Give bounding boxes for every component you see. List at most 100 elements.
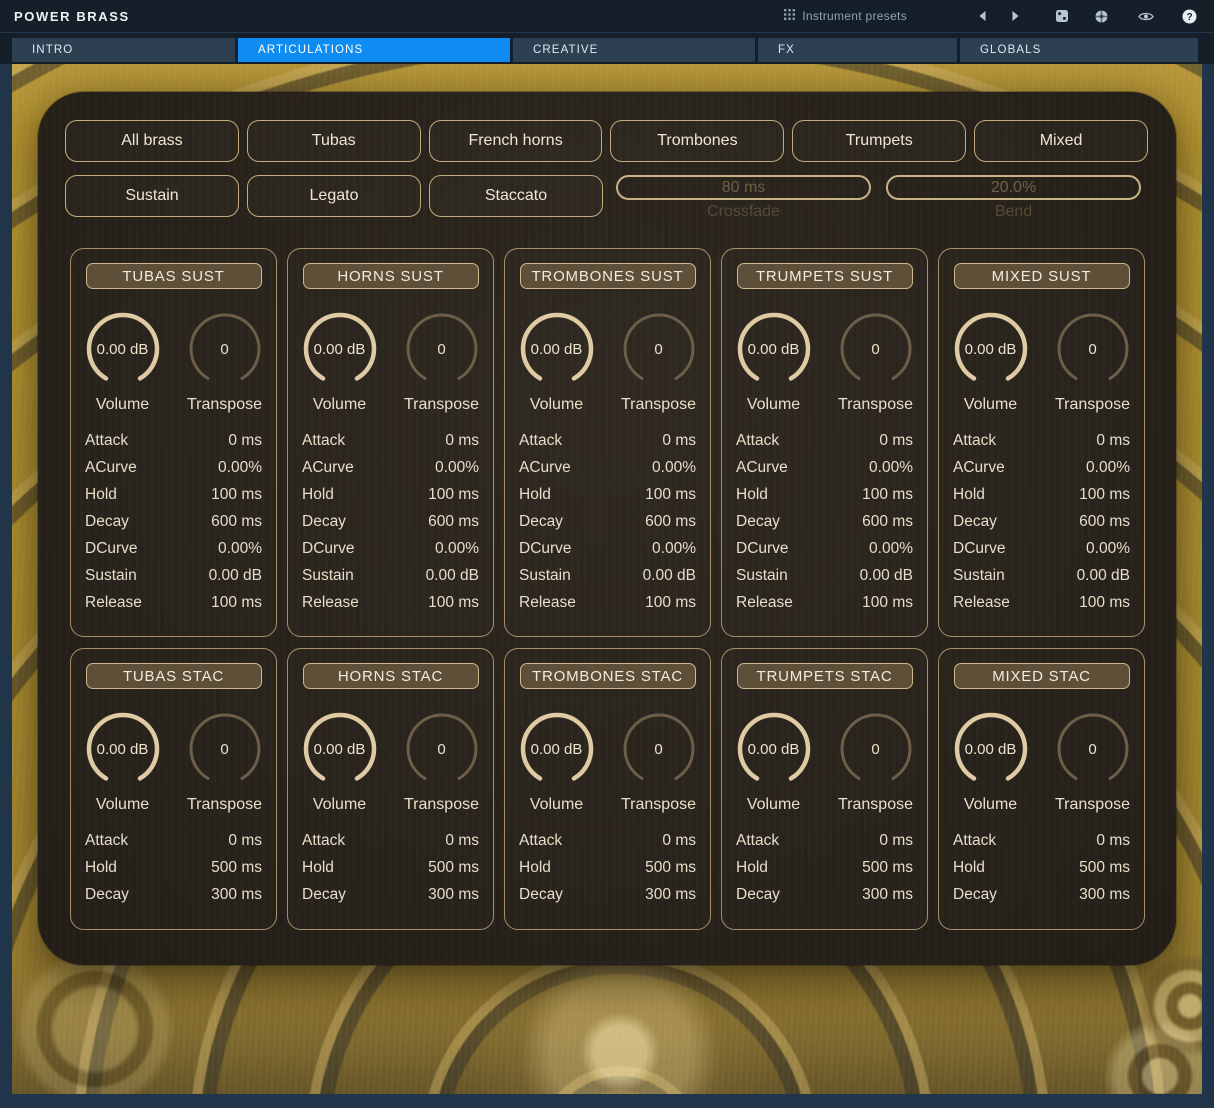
instrument-button-tubas[interactable]: Tubas <box>247 120 421 162</box>
param-value[interactable]: 0 ms <box>228 832 262 850</box>
param-value[interactable]: 0 ms <box>1096 432 1130 450</box>
param-value[interactable]: 0 ms <box>445 832 479 850</box>
transpose-knob[interactable]: 0 <box>185 309 265 389</box>
param-value[interactable]: 0.00 dB <box>643 567 696 585</box>
param-value[interactable]: 0.00% <box>218 459 262 477</box>
param-value[interactable]: 0.00% <box>652 459 696 477</box>
param-value[interactable]: 0 ms <box>879 432 913 450</box>
param-value[interactable]: 300 ms <box>862 886 913 904</box>
param-value[interactable]: 500 ms <box>862 859 913 877</box>
previous-preset-icon[interactable] <box>973 8 990 25</box>
volume-knob[interactable]: 0.00 dB <box>951 709 1031 789</box>
param-value[interactable]: 100 ms <box>862 594 913 612</box>
param-value[interactable]: 0 ms <box>1096 832 1130 850</box>
volume-knob[interactable]: 0.00 dB <box>734 309 814 389</box>
param-value[interactable]: 0.00 dB <box>860 567 913 585</box>
volume-knob[interactable]: 0.00 dB <box>517 309 597 389</box>
param-value[interactable]: 300 ms <box>645 886 696 904</box>
param-value[interactable]: 100 ms <box>1079 594 1130 612</box>
param-value[interactable]: 0.00% <box>652 540 696 558</box>
param-value[interactable]: 0.00% <box>869 459 913 477</box>
transpose-knob[interactable]: 0 <box>402 309 482 389</box>
param-value[interactable]: 600 ms <box>211 513 262 531</box>
random-preset-dice-icon[interactable] <box>1053 8 1070 25</box>
param-value[interactable]: 300 ms <box>428 886 479 904</box>
param-value[interactable]: 100 ms <box>428 594 479 612</box>
param-row: Release 100 ms <box>302 589 479 616</box>
transpose-knob[interactable]: 0 <box>402 709 482 789</box>
transpose-knob[interactable]: 0 <box>619 309 699 389</box>
transpose-knob[interactable]: 0 <box>185 709 265 789</box>
help-icon[interactable]: ? <box>1181 8 1198 25</box>
articulation-button-staccato[interactable]: Staccato <box>429 175 603 217</box>
volume-knob[interactable]: 0.00 dB <box>517 709 597 789</box>
instrument-presets-button[interactable]: Instrument presets <box>784 9 907 23</box>
param-value[interactable]: 0 ms <box>879 832 913 850</box>
param-value[interactable]: 0.00 dB <box>209 567 262 585</box>
settings-target-icon[interactable] <box>1093 8 1110 25</box>
param-value[interactable]: 500 ms <box>1079 859 1130 877</box>
volume-knob[interactable]: 0.00 dB <box>300 309 380 389</box>
next-preset-icon[interactable] <box>1007 8 1024 25</box>
card-title: TUBAS SUST <box>86 263 262 289</box>
eye-icon[interactable] <box>1137 8 1154 25</box>
param-value[interactable]: 100 ms <box>1079 486 1130 504</box>
param-value[interactable]: 600 ms <box>1079 513 1130 531</box>
param-value[interactable]: 600 ms <box>862 513 913 531</box>
param-name: DCurve <box>736 540 789 558</box>
tab[interactable]: CREATIVE <box>513 38 755 62</box>
tab[interactable]: GLOBALS <box>960 38 1198 62</box>
param-value[interactable]: 100 ms <box>645 594 696 612</box>
param-value[interactable]: 0.00% <box>1086 540 1130 558</box>
articulation-button-legato[interactable]: Legato <box>247 175 421 217</box>
param-value[interactable]: 100 ms <box>428 486 479 504</box>
bend-slider[interactable]: 20.0% <box>886 175 1141 200</box>
articulation-button-sustain[interactable]: Sustain <box>65 175 239 217</box>
param-value[interactable]: 600 ms <box>645 513 696 531</box>
param-value[interactable]: 100 ms <box>211 594 262 612</box>
param-value[interactable]: 500 ms <box>645 859 696 877</box>
volume-knob[interactable]: 0.00 dB <box>83 709 163 789</box>
param-value[interactable]: 500 ms <box>211 859 262 877</box>
param-value[interactable]: 0.00% <box>435 540 479 558</box>
transpose-knob[interactable]: 0 <box>836 309 916 389</box>
param-value[interactable]: 100 ms <box>862 486 913 504</box>
instrument-button-mixed[interactable]: Mixed <box>974 120 1148 162</box>
param-value[interactable]: 0.00 dB <box>1077 567 1130 585</box>
param-value[interactable]: 0.00% <box>869 540 913 558</box>
envelope-params: Attack 0 ms Hold 500 ms Decay 300 ms <box>722 827 927 908</box>
param-value[interactable]: 0 ms <box>662 832 696 850</box>
param-value[interactable]: 0.00% <box>435 459 479 477</box>
param-value[interactable]: 300 ms <box>1079 886 1130 904</box>
transpose-knob[interactable]: 0 <box>1053 309 1133 389</box>
instrument-button-french-horns[interactable]: French horns <box>429 120 603 162</box>
param-value[interactable]: 500 ms <box>428 859 479 877</box>
instrument-button-trombones[interactable]: Trombones <box>610 120 784 162</box>
transpose-knob[interactable]: 0 <box>619 709 699 789</box>
tab[interactable]: INTRO <box>12 38 235 62</box>
card-title: HORNS STAC <box>303 663 479 689</box>
param-name: Attack <box>85 432 128 450</box>
instrument-button-all-brass[interactable]: All brass <box>65 120 239 162</box>
crossfade-slider[interactable]: 80 ms <box>616 175 871 200</box>
volume-knob[interactable]: 0.00 dB <box>734 709 814 789</box>
volume-knob[interactable]: 0.00 dB <box>83 309 163 389</box>
param-value[interactable]: 0 ms <box>445 432 479 450</box>
transpose-knob[interactable]: 0 <box>836 709 916 789</box>
param-value[interactable]: 0.00 dB <box>426 567 479 585</box>
param-value[interactable]: 100 ms <box>645 486 696 504</box>
instrument-button-trumpets[interactable]: Trumpets <box>792 120 966 162</box>
volume-knob[interactable]: 0.00 dB <box>300 709 380 789</box>
tab[interactable]: FX <box>758 38 957 62</box>
envelope-params: Attack 0 ms Hold 500 ms Decay 300 ms <box>71 827 276 908</box>
param-value[interactable]: 0 ms <box>662 432 696 450</box>
param-value[interactable]: 300 ms <box>211 886 262 904</box>
volume-knob[interactable]: 0.00 dB <box>951 309 1031 389</box>
param-value[interactable]: 0.00% <box>218 540 262 558</box>
transpose-knob[interactable]: 0 <box>1053 709 1133 789</box>
param-value[interactable]: 0 ms <box>228 432 262 450</box>
tab[interactable]: ARTICULATIONS <box>238 38 510 62</box>
param-value[interactable]: 600 ms <box>428 513 479 531</box>
param-value[interactable]: 100 ms <box>211 486 262 504</box>
param-value[interactable]: 0.00% <box>1086 459 1130 477</box>
